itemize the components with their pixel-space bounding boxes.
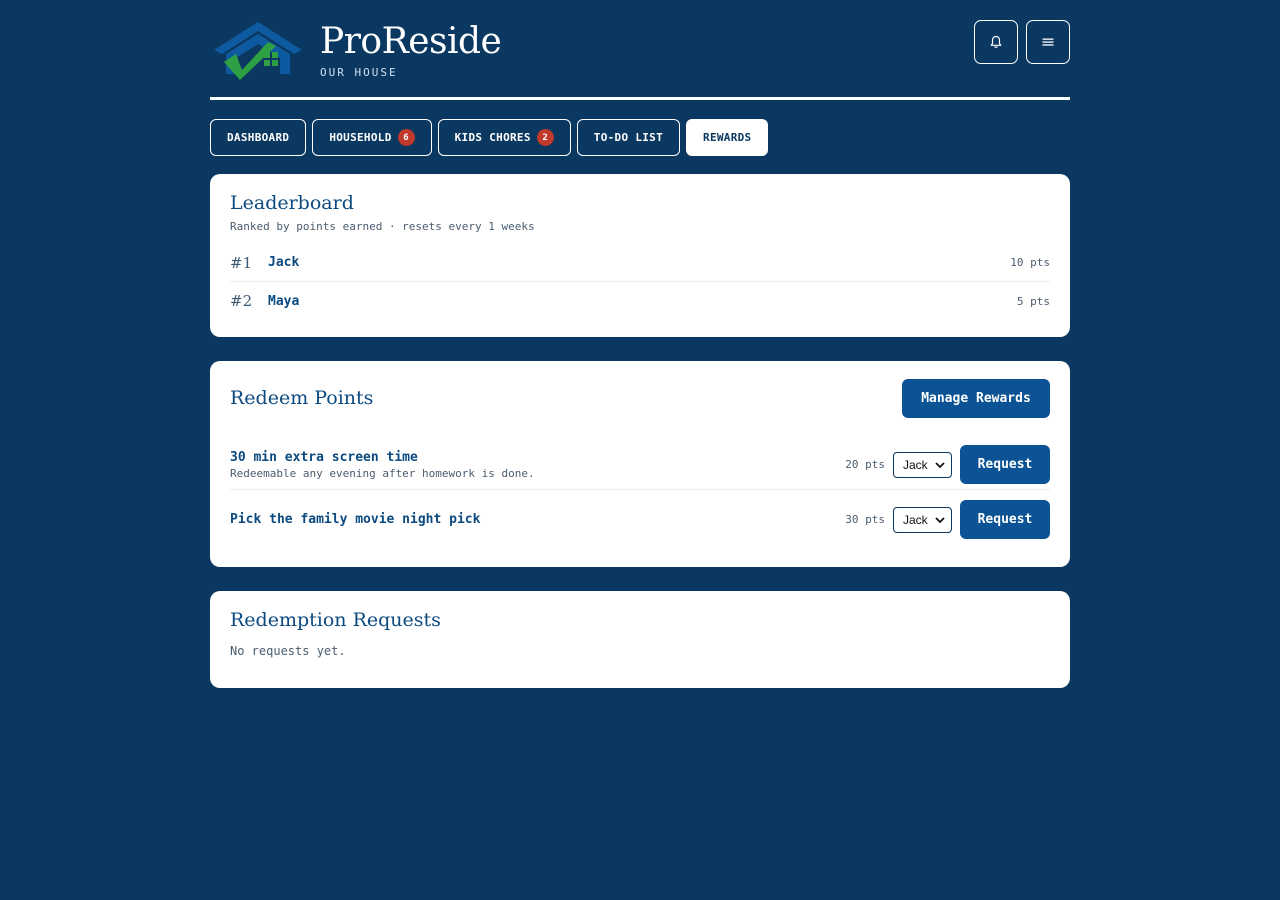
leaderboard-title: Leaderboard	[230, 192, 354, 214]
leaderboard-row: #2 Maya 5 pts	[230, 282, 1050, 320]
reward-title: Pick the family movie night pick	[230, 512, 481, 527]
tab-todo-list[interactable]: TO-DO LIST	[576, 119, 681, 156]
chevron-down-icon	[935, 516, 945, 523]
reward-info: 30 min extra screen time Redeemable any …	[230, 450, 845, 480]
count-badge: 2	[536, 129, 554, 146]
manage-rewards-button[interactable]: Manage Rewards	[902, 379, 1050, 418]
tab-rewards[interactable]: REWARDS	[686, 119, 769, 156]
brand: ProReside OUR HOUSE	[320, 20, 502, 79]
reward-row: Pick the family movie night pick 30 pts …	[230, 500, 1050, 539]
bell-icon	[990, 35, 1002, 48]
notifications-button[interactable]	[974, 20, 1018, 64]
member-name: Jack	[268, 255, 300, 270]
rank: #2	[230, 292, 253, 310]
menu-button[interactable]	[1026, 20, 1070, 64]
app-title: ProReside	[320, 21, 502, 62]
reward-points: 20 pts	[845, 458, 885, 471]
redemption-requests-card: Redemption Requests No requests yet.	[210, 591, 1070, 688]
member-name: Maya	[268, 293, 300, 309]
reward-row: 30 min extra screen time Redeemable any …	[230, 440, 1050, 490]
count-badge: 6	[397, 129, 415, 146]
leaderboard-row: #1 Jack 10 pts	[230, 244, 1050, 282]
member-select[interactable]: Jack	[893, 506, 952, 533]
empty-state-text: No requests yet.	[230, 644, 346, 658]
reward-info: Pick the family movie night pick	[230, 512, 845, 527]
reward-title: 30 min extra screen time	[230, 449, 418, 465]
redeem-title: Redeem Points	[230, 387, 374, 409]
request-button[interactable]: Request	[960, 500, 1050, 539]
header: ProReside OUR HOUSE	[210, 0, 1070, 100]
tab-label: HOUSEHOLD	[329, 131, 392, 144]
tab-household[interactable]: HOUSEHOLD 6	[312, 119, 432, 156]
logo-icon	[214, 22, 302, 80]
reward-points: 30 pts	[845, 513, 885, 526]
app-subtitle: OUR HOUSE	[320, 66, 398, 79]
leaderboard-card: Leaderboard Ranked by points earned · re…	[210, 174, 1070, 337]
member-points: 10 pts	[1010, 256, 1050, 269]
app-container: ProReside OUR HOUSE DASHBOARD HOUSEHOLD …	[210, 0, 1070, 688]
tab-label: KIDS CHORES	[454, 131, 531, 144]
redeem-points-card: Redeem Points Manage Rewards 30 min extr…	[210, 361, 1070, 567]
member-points: 5 pts	[1016, 294, 1050, 308]
leaderboard-subtitle: Ranked by points earned · resets every 1…	[230, 220, 535, 233]
member-select-value: Jack	[903, 512, 928, 527]
member-select[interactable]: Jack	[893, 451, 952, 478]
nav-tabs: DASHBOARD HOUSEHOLD 6 KIDS CHORES 2 TO-D…	[210, 119, 769, 156]
menu-icon	[1042, 38, 1054, 46]
request-button[interactable]: Request	[960, 445, 1050, 484]
reward-description: Redeemable any evening after homework is…	[230, 466, 535, 480]
tab-kids-chores[interactable]: KIDS CHORES 2	[437, 119, 571, 156]
tab-label: DASHBOARD	[227, 131, 290, 144]
requests-title: Redemption Requests	[230, 609, 441, 631]
tab-dashboard[interactable]: DASHBOARD	[210, 119, 307, 156]
rank: #1	[230, 253, 253, 272]
tab-label: REWARDS	[703, 131, 752, 144]
member-select-value: Jack	[903, 457, 928, 472]
tab-label: TO-DO LIST	[593, 131, 664, 144]
chevron-down-icon	[935, 461, 945, 468]
